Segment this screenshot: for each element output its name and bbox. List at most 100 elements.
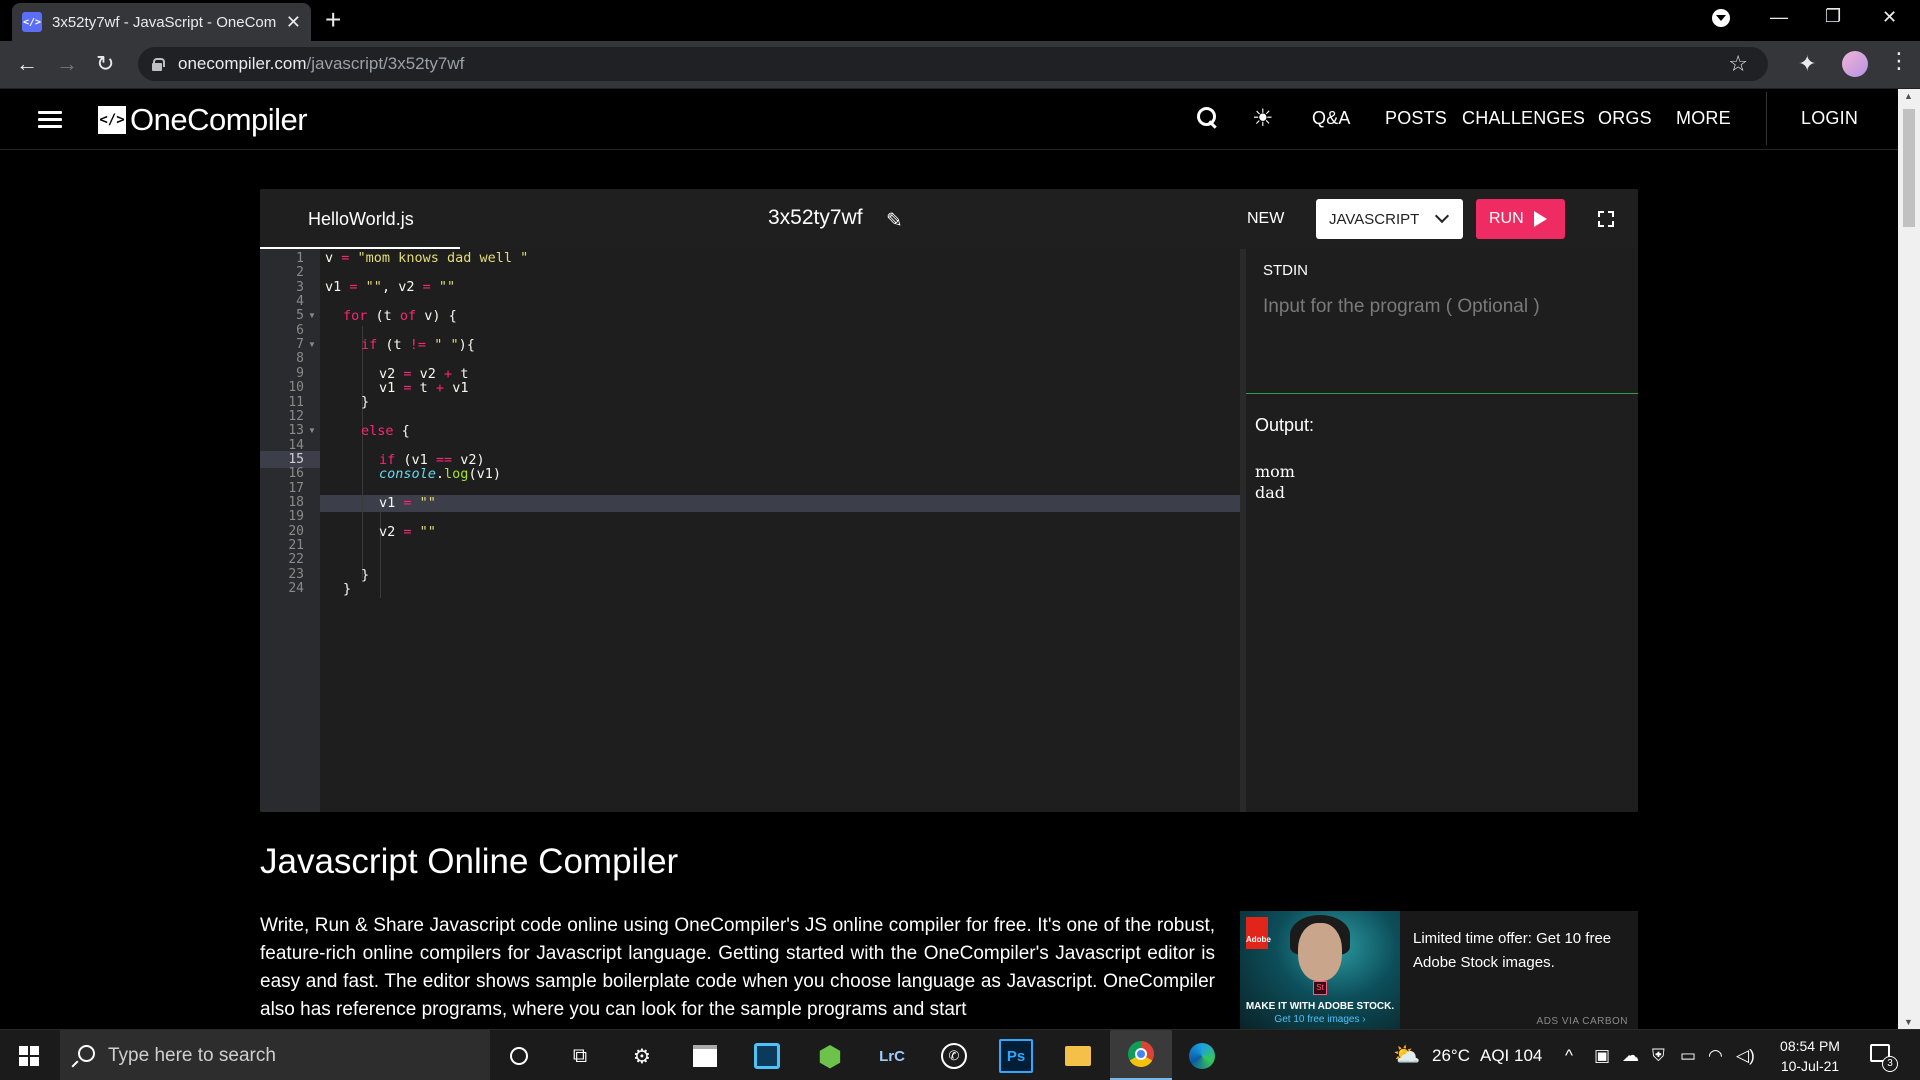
volume-icon[interactable]: ◁) <box>1736 1046 1755 1066</box>
notification-count: 3 <box>1882 1056 1898 1072</box>
lock-icon <box>152 58 165 71</box>
profile-avatar[interactable] <box>1842 51 1868 77</box>
window-close-icon[interactable]: ✕ <box>1882 7 1897 28</box>
windows-start-icon[interactable] <box>19 1046 39 1066</box>
carbon-ad[interactable]: Adobe St MAKE IT WITH ADOBE STOCK. Get 1… <box>1240 911 1638 1029</box>
ad-via-label[interactable]: ADS VIA CARBON <box>1537 1016 1628 1027</box>
code-line: } <box>361 567 370 583</box>
nav-challenges[interactable]: CHALLENGES <box>1462 108 1585 129</box>
new-button[interactable]: NEW <box>1247 210 1284 228</box>
aqi[interactable]: AQI 104 <box>1480 1046 1542 1066</box>
new-tab-icon[interactable]: + <box>325 6 341 34</box>
lightroom-icon[interactable]: LrC <box>875 1039 909 1073</box>
forward-icon[interactable]: → <box>56 53 78 75</box>
indent-guide <box>362 326 363 578</box>
back-icon[interactable]: ← <box>16 53 38 75</box>
fold-arrow-icon[interactable]: ▼ <box>308 422 316 439</box>
bookmark-star-icon[interactable]: ☆ <box>1728 51 1748 77</box>
output-panel: Output: mom dad <box>1246 395 1638 812</box>
chevron-up-icon[interactable]: ^ <box>1565 1046 1573 1066</box>
file-explorer-icon[interactable] <box>1061 1039 1095 1073</box>
browser-tab[interactable]: </> 3x52ty7wf - JavaScript - OneCom ✕ <box>12 3 311 41</box>
settings-icon[interactable]: ⚙ <box>625 1039 659 1073</box>
hamburger-menu-icon[interactable] <box>38 111 62 129</box>
ad-image-cta: Get 10 free images › <box>1274 1014 1366 1025</box>
site-header: </> OneCompiler ☀ Q&A POSTS CHALLENGES O… <box>0 89 1898 150</box>
close-tab-icon[interactable]: ✕ <box>286 12 301 33</box>
site-logo[interactable]: </> OneCompiler <box>98 102 308 138</box>
photoshop-icon[interactable]: Ps <box>999 1039 1033 1073</box>
task-view-icon[interactable]: ⧉ <box>563 1039 597 1073</box>
header-divider <box>1766 92 1767 145</box>
scroll-down-icon[interactable]: ▼ <box>1904 1017 1913 1027</box>
minimize-icon[interactable]: — <box>1770 7 1788 28</box>
taskbar-search-input[interactable]: Type here to search <box>60 1030 490 1080</box>
wifi-icon[interactable]: ◠ <box>1708 1046 1723 1066</box>
battery-icon[interactable]: ▭ <box>1680 1046 1696 1066</box>
stdin-input[interactable]: Input for the program ( Optional ) <box>1263 296 1540 318</box>
output-label: Output: <box>1255 415 1315 435</box>
clock[interactable]: 08:54 PM 10-Jul-21 <box>1780 1036 1840 1076</box>
nav-more[interactable]: MORE <box>1676 108 1731 129</box>
active-line-highlight <box>320 495 1240 512</box>
temperature[interactable]: 26°C <box>1432 1046 1470 1066</box>
fold-arrow-icon[interactable]: ▼ <box>308 336 316 353</box>
url-host: onecompiler.com <box>178 54 307 73</box>
code-title: 3x52ty7wf <box>768 206 863 229</box>
browser-menu-icon[interactable]: ⋮ <box>1888 50 1910 72</box>
whatsapp-icon[interactable]: ✆ <box>937 1039 971 1073</box>
search-icon <box>78 1045 95 1062</box>
code-line: v2 = "" <box>379 524 436 540</box>
node-icon[interactable]: ⬢ <box>813 1039 847 1073</box>
restore-icon[interactable]: ❐ <box>1825 6 1841 27</box>
nav-orgs[interactable]: ORGS <box>1598 108 1652 129</box>
adobe-logo-icon: Adobe <box>1246 917 1271 949</box>
line-number: 24 <box>288 581 304 597</box>
extensions-icon[interactable]: ✦ <box>1798 51 1816 77</box>
browser-toolbar: ← → ↻ onecompiler.com/javascript/3x52ty7… <box>0 41 1920 89</box>
browser-tab-title: 3x52ty7wf - JavaScript - OneCom <box>52 13 277 31</box>
chrome-icon[interactable] <box>1110 1030 1172 1080</box>
notification-icon[interactable]: 3 <box>1868 1042 1898 1072</box>
code-line: } <box>343 581 352 597</box>
ad-image-caption: MAKE IT WITH ADOBE STOCK. <box>1245 1001 1395 1012</box>
code-area[interactable]: v = "mom knows dad well " v1 = "", v2 = … <box>320 249 1240 812</box>
code-line: for (t of v) { <box>343 308 457 324</box>
edit-title-icon[interactable]: ✎ <box>886 208 903 233</box>
reload-icon[interactable]: ↻ <box>96 53 114 75</box>
code-line: } <box>361 394 370 410</box>
ad-image[interactable]: Adobe St MAKE IT WITH ADOBE STOCK. Get 1… <box>1240 911 1400 1029</box>
theme-toggle-icon[interactable]: ☀ <box>1252 107 1276 131</box>
browser-tab-strip: </> 3x52ty7wf - JavaScript - OneCom ✕ + … <box>0 0 1920 41</box>
language-select[interactable]: JAVASCRIPT <box>1316 199 1463 239</box>
page-scrollbar[interactable]: ▲ ▼ <box>1898 89 1920 1029</box>
logo-mark-icon: </> <box>98 106 126 134</box>
meet-now-icon[interactable]: ▣ <box>1594 1046 1610 1066</box>
fullscreen-icon[interactable] <box>1598 211 1614 227</box>
weather-icon[interactable]: ⛅ <box>1393 1042 1420 1068</box>
file-tab[interactable]: HelloWorld.js <box>308 209 414 230</box>
profile-indicator-icon[interactable] <box>1712 9 1730 32</box>
ad-text[interactable]: Limited time offer: Get 10 free Adobe St… <box>1413 927 1623 975</box>
intro-paragraph: Write, Run & Share Javascript code onlin… <box>260 915 1215 1020</box>
search-icon[interactable] <box>1197 107 1219 129</box>
app-icon[interactable] <box>750 1039 784 1073</box>
scroll-up-icon[interactable]: ▲ <box>1904 91 1913 101</box>
run-button-label: RUN <box>1489 210 1524 227</box>
logo-text: OneCompiler <box>130 102 308 137</box>
onedrive-icon[interactable]: ☁ <box>1622 1046 1639 1066</box>
nav-posts[interactable]: POSTS <box>1385 108 1447 129</box>
nav-qa[interactable]: Q&A <box>1312 108 1351 129</box>
cortana-icon[interactable] <box>502 1039 536 1073</box>
run-button[interactable]: RUN <box>1476 199 1565 239</box>
security-icon[interactable]: ⛨ <box>1652 1046 1665 1066</box>
address-bar[interactable]: onecompiler.com/javascript/3x52ty7wf ☆ <box>138 47 1768 81</box>
adobe-stock-icon: St <box>1313 981 1327 995</box>
edge-icon[interactable] <box>1185 1039 1219 1073</box>
store-icon[interactable] <box>688 1039 722 1073</box>
chevron-down-icon <box>1434 208 1450 224</box>
scrollbar-thumb[interactable] <box>1903 109 1915 227</box>
login-link[interactable]: LOGIN <box>1801 108 1858 129</box>
code-line: v1 = "" <box>379 495 436 511</box>
fold-arrow-icon[interactable]: ▼ <box>308 307 316 324</box>
